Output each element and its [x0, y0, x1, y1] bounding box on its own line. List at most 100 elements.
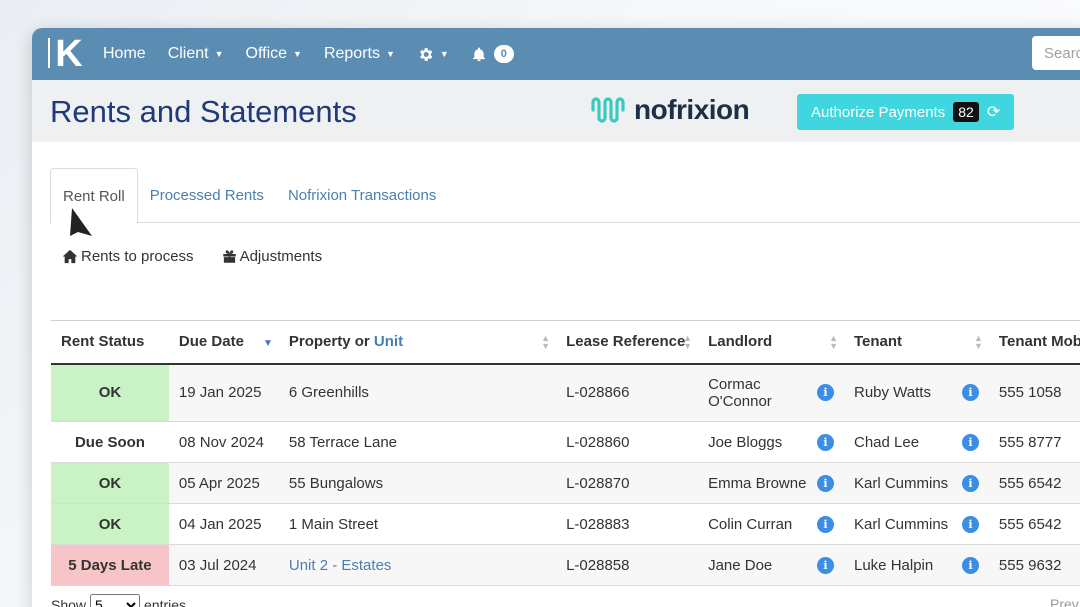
logo-letter: K	[55, 32, 82, 75]
authorize-label: Authorize Payments	[811, 103, 946, 121]
table-length-control: Show 5 entries	[51, 594, 186, 607]
landlord-name: Joe Bloggs	[708, 433, 783, 451]
rents-to-process-label: Rents to process	[81, 248, 194, 265]
col-unit-link[interactable]: Unit	[374, 333, 403, 350]
sort-icon: ▲ ▼	[541, 333, 551, 351]
info-icon[interactable]: i	[817, 433, 834, 451]
entries-select[interactable]: 5	[90, 594, 141, 607]
rent-status-cell: 5 Days Late	[51, 544, 169, 586]
table-row[interactable]: Due Soon 08 Nov 2024 58 Terrace Lane L-0288…	[51, 421, 1080, 463]
rent-status-cell: Due Soon	[51, 421, 169, 463]
nav-office-label: Office	[245, 45, 288, 62]
nav-reports-label: Reports	[323, 45, 380, 62]
info-icon[interactable]: i	[817, 474, 834, 492]
show-label: Show	[51, 597, 87, 607]
col-tenant-mobile[interactable]: Tenant Mob	[989, 321, 1080, 364]
col-landlord[interactable]: Landlord ▲ ▼	[698, 321, 844, 364]
property-cell[interactable]: Unit 2 - Estates	[278, 544, 557, 586]
lease-reference-cell: L-028870	[556, 462, 699, 504]
table-row[interactable]: OK 19 Jan 2025 6 Greenhills L-028866 Cormac O…	[51, 363, 1080, 422]
tenant-cell: Chad Lee i	[844, 422, 989, 463]
col-rent-status[interactable]: Rent Status	[51, 321, 169, 364]
info-icon[interactable]: i	[817, 384, 834, 402]
sort-icon: ▲ ▼	[683, 333, 693, 351]
nav-home-label: Home	[103, 45, 146, 62]
property-cell: 55 Bungalows	[278, 462, 557, 504]
rent-status-cell: OK	[51, 363, 169, 422]
nav-client[interactable]: Client ▼	[157, 28, 235, 80]
nav-office[interactable]: Office ▼	[235, 28, 313, 80]
info-icon[interactable]: i	[961, 384, 979, 402]
col-property[interactable]: Property or Unit ▲ ▼	[279, 321, 556, 364]
rent-status-cell: OK	[51, 462, 169, 504]
nav-home[interactable]: Home	[92, 28, 157, 80]
property-cell: 6 Greenhills	[278, 363, 557, 422]
rents-to-process-link[interactable]: Rents to process	[62, 248, 194, 265]
authorize-payments-button[interactable]: Authorize Payments 82 ⟳	[797, 94, 1015, 130]
col-lease-reference[interactable]: Lease Reference ▲ ▼	[556, 321, 698, 364]
info-icon[interactable]: i	[961, 515, 979, 533]
due-date-cell: 04 Jan 2025	[178, 515, 262, 533]
refresh-icon[interactable]: ⟳	[987, 102, 1000, 122]
due-date-cell: 03 Jul 2024	[168, 544, 279, 586]
tenant-mobile-cell: 555 6542	[998, 515, 1062, 533]
col-tenant-mobile-label: Tenant Mob	[998, 333, 1080, 351]
property-cell: 1 Main Street	[288, 515, 379, 533]
table-row[interactable]: OK 04 Jan 2025 1 Main Street L-028883 Colin …	[51, 503, 1080, 545]
sort-icon: ▲ ▼	[974, 333, 983, 351]
due-date-cell: 08 Nov 2024	[178, 433, 264, 451]
search-input[interactable]	[1032, 36, 1080, 70]
prev-page-button[interactable]: Prev	[1050, 596, 1079, 607]
adjustments-link[interactable]: Adjustments	[222, 248, 323, 265]
landlord-name: Jane Doe	[708, 556, 773, 574]
gift-icon	[222, 250, 236, 263]
info-icon[interactable]: i	[961, 433, 979, 451]
caret-down-icon: ▼	[293, 49, 302, 59]
page-header: Rents and Statements nofrixion Authorize…	[32, 80, 1080, 142]
tenant-name: Luke Halpin	[854, 556, 934, 574]
gear-icon	[420, 47, 433, 61]
tab-processed-rents[interactable]: Processed Rents	[138, 168, 276, 223]
landlord-cell: Colin Curran i	[698, 504, 844, 545]
home-icon	[62, 249, 78, 264]
caret-down-icon: ▼	[385, 49, 395, 59]
caret-down-icon: ▼	[214, 49, 224, 59]
lease-reference-cell: L-028866	[556, 363, 699, 422]
landlord-cell: Joe Bloggs i	[698, 422, 844, 463]
nav-settings[interactable]: ▼	[406, 28, 460, 80]
landlord-name: Colin Curran	[708, 515, 793, 533]
tenant-name: Karl Cummins	[854, 474, 949, 492]
tenant-mobile-cell: 555 1058	[988, 363, 1080, 422]
info-icon[interactable]: i	[961, 556, 979, 574]
authorize-count-badge: 82	[953, 102, 979, 122]
property-cell: 58 Terrace Lane	[288, 433, 398, 451]
main-tabs: Rent Roll Processed Rents Nofrixion Tran…	[50, 168, 1080, 224]
tenant-mobile-cell: 555 6542	[988, 462, 1080, 504]
rent-status-cell: OK	[51, 503, 169, 545]
landlord-name: Emma Browne	[708, 474, 807, 492]
tenant-mobile-cell: 555 9632	[988, 544, 1080, 586]
adjustments-label: Adjustments	[239, 248, 323, 265]
nav-reports[interactable]: Reports ▼	[313, 28, 406, 80]
col-tenant[interactable]: Tenant ▲ ▼	[844, 321, 989, 364]
caret-down-icon: ▼	[439, 49, 449, 59]
col-due-date[interactable]: Due Date ▼	[169, 321, 279, 364]
app-logo[interactable]: K	[32, 28, 92, 80]
nav-notifications[interactable]: 0	[460, 28, 525, 80]
tenant-name: Ruby Watts	[854, 384, 931, 402]
lease-reference-cell: L-028858	[556, 544, 699, 586]
tab-nofrixion-transactions[interactable]: Nofrixion Transactions	[276, 168, 448, 223]
col-landlord-label: Landlord	[708, 333, 773, 351]
table-row[interactable]: 5 Days Late 03 Jul 2024 Unit 2 - Estates L-…	[51, 544, 1080, 586]
table-row[interactable]: OK 05 Apr 2025 55 Bungalows L-028870 Emma Br…	[51, 462, 1080, 504]
col-rent-status-label: Rent Status	[61, 333, 145, 351]
info-icon[interactable]: i	[961, 474, 979, 492]
tenant-name: Chad Lee	[854, 433, 920, 451]
lease-reference-cell: L-028860	[566, 433, 630, 451]
info-icon[interactable]: i	[817, 556, 834, 574]
sort-icon: ▲ ▼	[829, 333, 838, 351]
col-due-date-label: Due Date	[178, 333, 244, 351]
rent-roll-table: Rent Status Due Date ▼ Property or Unit ▲ ▼…	[51, 320, 1080, 586]
info-icon[interactable]: i	[817, 515, 834, 533]
landlord-cell: Emma Browne i	[698, 462, 844, 504]
